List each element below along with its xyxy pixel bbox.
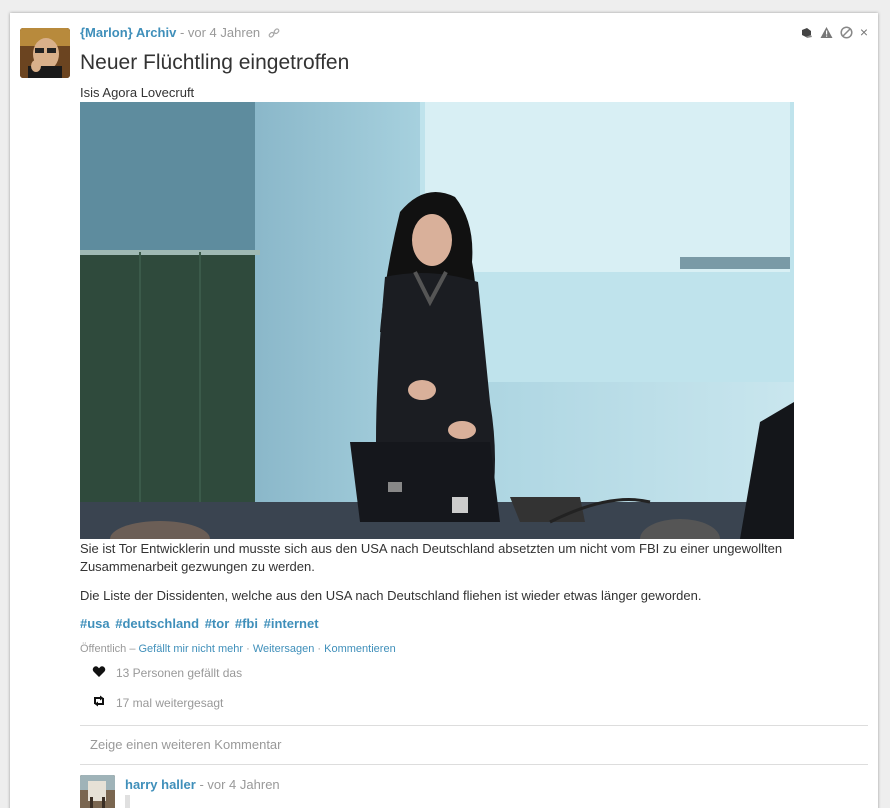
- post-paragraph-1: Sie ist Tor Entwicklerin und musste sich…: [80, 541, 783, 574]
- post-title: Neuer Flüchtling eingetroffen: [80, 51, 350, 74]
- reshares-count[interactable]: 17 mal weitergesagt: [116, 696, 223, 710]
- comment-link[interactable]: Kommentieren: [324, 643, 396, 655]
- close-icon[interactable]: ×: [860, 25, 868, 39]
- shield-icon[interactable]: [800, 26, 813, 39]
- author-avatar[interactable]: [20, 28, 70, 78]
- reshares-row: 17 mal weitergesagt: [92, 695, 223, 710]
- comment-separator: -: [195, 777, 208, 792]
- post-subtitle: Isis Agora Lovecruft: [80, 85, 195, 100]
- divider: [80, 725, 868, 726]
- comment-time[interactable]: vor 4 Jahren: [207, 777, 279, 792]
- tag-link[interactable]: #tor: [205, 616, 230, 631]
- tag-list: #usa #deutschland #tor #fbi #internet: [80, 616, 321, 631]
- action-separator: ·: [243, 643, 253, 655]
- post-photo[interactable]: [80, 102, 794, 539]
- comment-avatar[interactable]: [80, 775, 115, 808]
- tag-link[interactable]: #usa: [80, 616, 110, 631]
- action-separator: ·: [314, 643, 325, 655]
- post-header: {Marlon} Archiv - vor 4 Jahren: [80, 25, 280, 42]
- comment-quote-bar: [125, 795, 130, 808]
- visibility-label: Öffentlich –: [80, 643, 139, 655]
- divider: [80, 764, 868, 765]
- reshare-link[interactable]: Weitersagen: [253, 643, 315, 655]
- heart-icon: [92, 665, 106, 681]
- post-meta: Öffentlich – Gefällt mir nicht mehr · We…: [80, 643, 396, 655]
- likes-count[interactable]: 13 Personen gefällt das: [116, 666, 242, 680]
- header-separator: -: [176, 25, 188, 40]
- comment-header: harry haller - vor 4 Jahren: [125, 777, 280, 792]
- dislike-link[interactable]: Gefällt mir nicht mehr: [139, 643, 244, 655]
- block-icon[interactable]: [840, 26, 853, 39]
- show-more-comments[interactable]: Zeige einen weiteren Kommentar: [90, 737, 282, 752]
- retweet-icon: [92, 695, 106, 710]
- post-controls: ×: [800, 25, 868, 39]
- tag-link[interactable]: #deutschland: [115, 616, 199, 631]
- post-paragraph-2: Die Liste der Dissidenten, welche aus de…: [80, 588, 702, 603]
- post-card: {Marlon} Archiv - vor 4 Jahren × Neuer F…: [10, 13, 878, 808]
- tag-link[interactable]: #fbi: [235, 616, 258, 631]
- warning-icon[interactable]: [820, 26, 833, 39]
- author-link[interactable]: {Marlon} Archiv: [80, 25, 176, 40]
- link-icon[interactable]: [268, 27, 280, 42]
- tag-link[interactable]: #internet: [264, 616, 319, 631]
- likes-row: 13 Personen gefällt das: [92, 665, 242, 681]
- post-time[interactable]: vor 4 Jahren: [188, 25, 260, 40]
- comment-author-link[interactable]: harry haller: [125, 777, 196, 792]
